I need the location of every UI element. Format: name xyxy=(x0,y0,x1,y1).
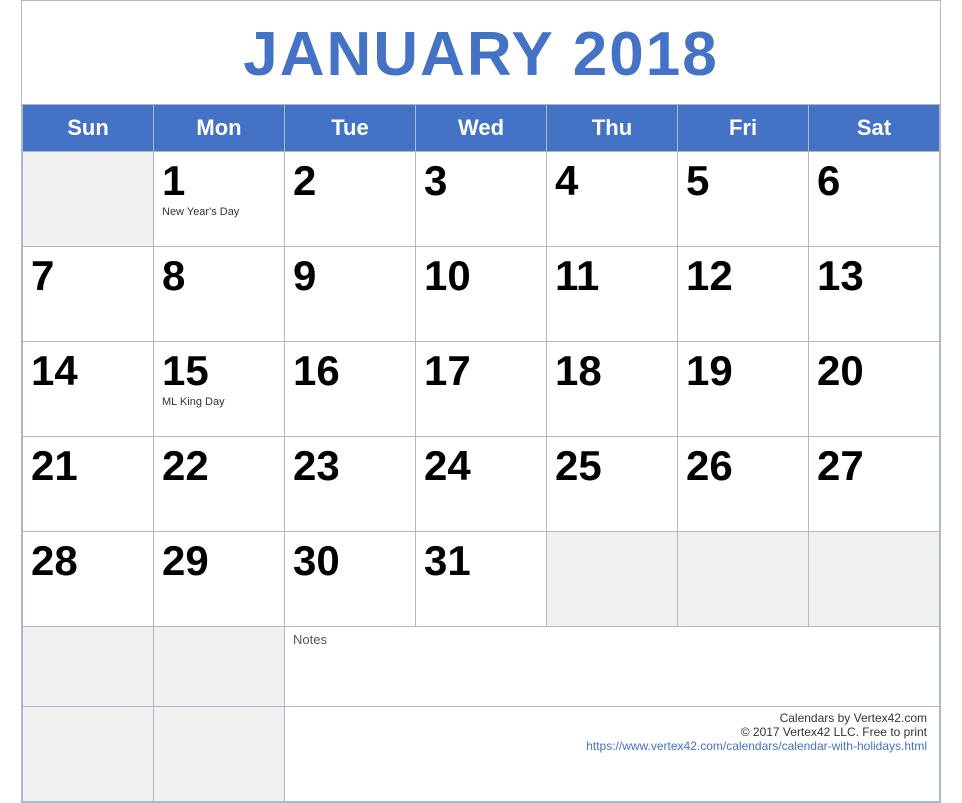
day-cell xyxy=(809,532,940,627)
day-cell: 21 xyxy=(23,437,154,532)
holiday-label: New Year's Day xyxy=(162,206,276,218)
day-number: 10 xyxy=(424,253,538,299)
day-number: 19 xyxy=(686,348,800,394)
day-cell: 30 xyxy=(285,532,416,627)
day-cell: 28 xyxy=(23,532,154,627)
day-number: 24 xyxy=(424,443,538,489)
day-cell: 14 xyxy=(23,342,154,437)
day-cell: 26 xyxy=(678,437,809,532)
day-number: 17 xyxy=(424,348,538,394)
notes-cell: Notes xyxy=(285,627,940,707)
footer-copyright: © 2017 Vertex42 LLC. Free to print xyxy=(293,725,927,739)
notes-empty-2 xyxy=(154,627,285,707)
day-cell: 29 xyxy=(154,532,285,627)
day-number: 22 xyxy=(162,443,276,489)
day-number: 2 xyxy=(293,158,407,204)
footer-brand: Calendars by Vertex42.com xyxy=(293,711,927,725)
day-cell: 20 xyxy=(809,342,940,437)
header-day-wed: Wed xyxy=(416,105,547,152)
day-number: 5 xyxy=(686,158,800,204)
day-number: 21 xyxy=(31,443,145,489)
day-cell: 12 xyxy=(678,247,809,342)
day-number: 23 xyxy=(293,443,407,489)
day-number: 30 xyxy=(293,538,407,584)
header-day-sun: Sun xyxy=(23,105,154,152)
calendar-table: SunMonTueWedThuFriSat 1New Year's Day234… xyxy=(22,104,940,802)
day-cell: 10 xyxy=(416,247,547,342)
day-cell: 5 xyxy=(678,152,809,247)
day-number: 14 xyxy=(31,348,145,394)
day-number: 6 xyxy=(817,158,931,204)
footer-row: Calendars by Vertex42.com © 2017 Vertex4… xyxy=(23,707,940,802)
day-cell: 4 xyxy=(547,152,678,247)
header-day-fri: Fri xyxy=(678,105,809,152)
day-cell: 19 xyxy=(678,342,809,437)
day-cell: 6 xyxy=(809,152,940,247)
day-cell: 23 xyxy=(285,437,416,532)
day-number: 18 xyxy=(555,348,669,394)
day-number: 26 xyxy=(686,443,800,489)
day-number: 15 xyxy=(162,348,276,394)
day-number: 4 xyxy=(555,158,669,204)
day-cell: 25 xyxy=(547,437,678,532)
footer-right: Calendars by Vertex42.com © 2017 Vertex4… xyxy=(285,707,940,802)
day-cell: 24 xyxy=(416,437,547,532)
header-day-mon: Mon xyxy=(154,105,285,152)
day-cell: 17 xyxy=(416,342,547,437)
day-number: 3 xyxy=(424,158,538,204)
header-day-thu: Thu xyxy=(547,105,678,152)
day-number: 7 xyxy=(31,253,145,299)
day-cell: 13 xyxy=(809,247,940,342)
day-cell: 3 xyxy=(416,152,547,247)
day-cell: 16 xyxy=(285,342,416,437)
holiday-label: ML King Day xyxy=(162,396,276,408)
footer-left-1 xyxy=(23,707,154,802)
week-row-1: 1 New Year's Day 23456 xyxy=(23,152,940,247)
day-number: 13 xyxy=(817,253,931,299)
week-row-3: 14 15 ML King Day 16 17 18 19 20 xyxy=(23,342,940,437)
day-number: 1 xyxy=(162,158,276,204)
week-row-4: 21 22 23 24 25 26 27 xyxy=(23,437,940,532)
day-number: 11 xyxy=(555,253,669,299)
day-cell: 11 xyxy=(547,247,678,342)
day-cell xyxy=(23,152,154,247)
footer-left-2 xyxy=(154,707,285,802)
day-cell xyxy=(678,532,809,627)
day-cell: 8 xyxy=(154,247,285,342)
day-number: 25 xyxy=(555,443,669,489)
day-number: 8 xyxy=(162,253,276,299)
calendar-title: JANUARY 2018 xyxy=(22,1,940,104)
day-number: 20 xyxy=(817,348,931,394)
header-day-tue: Tue xyxy=(285,105,416,152)
day-cell: 15 ML King Day xyxy=(154,342,285,437)
day-number: 31 xyxy=(424,538,538,584)
day-number: 27 xyxy=(817,443,931,489)
day-cell: 31 xyxy=(416,532,547,627)
day-number: 29 xyxy=(162,538,276,584)
day-number: 9 xyxy=(293,253,407,299)
day-cell xyxy=(547,532,678,627)
day-cell: 9 xyxy=(285,247,416,342)
day-cell: 1 New Year's Day xyxy=(154,152,285,247)
week-row-5: 28 29 30 31 xyxy=(23,532,940,627)
footer-url: https://www.vertex42.com/calendars/calen… xyxy=(293,739,927,753)
notes-row: Notes xyxy=(23,627,940,707)
day-number: 28 xyxy=(31,538,145,584)
day-cell: 22 xyxy=(154,437,285,532)
notes-empty-1 xyxy=(23,627,154,707)
header-day-sat: Sat xyxy=(809,105,940,152)
day-cell: 27 xyxy=(809,437,940,532)
day-cell: 18 xyxy=(547,342,678,437)
header-row: SunMonTueWedThuFriSat xyxy=(23,105,940,152)
day-number: 12 xyxy=(686,253,800,299)
day-cell: 7 xyxy=(23,247,154,342)
calendar-container: JANUARY 2018 SunMonTueWedThuFriSat 1 New … xyxy=(21,0,941,803)
day-number: 16 xyxy=(293,348,407,394)
week-row-2: 789 10 11 12 13 xyxy=(23,247,940,342)
day-cell: 2 xyxy=(285,152,416,247)
